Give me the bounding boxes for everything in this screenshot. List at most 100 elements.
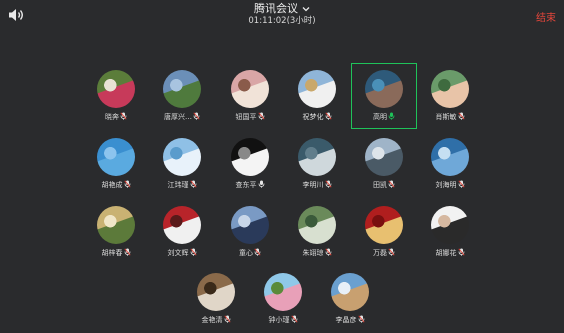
- mic-muted-icon: [257, 112, 265, 120]
- avatar[interactable]: [97, 70, 135, 108]
- participant-name-row: 高明: [352, 112, 416, 122]
- chevron-down-icon[interactable]: [302, 6, 310, 12]
- participant-tile[interactable]: 江玮瑾: [150, 134, 214, 198]
- participant-name: 胡艳成: [101, 181, 123, 189]
- meeting-title-row[interactable]: 腾讯会议: [0, 2, 564, 15]
- participant-name-row: 唐厚兴…: [150, 112, 214, 122]
- avatar[interactable]: [431, 70, 469, 108]
- avatar[interactable]: [97, 138, 135, 176]
- participant-tile[interactable]: 胡娜花: [418, 202, 482, 266]
- mic-muted-icon: [324, 180, 332, 188]
- participant-tile[interactable]: 查东平: [218, 134, 282, 198]
- participant-tile[interactable]: 钟小瑾: [251, 269, 315, 333]
- mic-icon: [258, 180, 264, 188]
- mic-muted-icon: [457, 180, 465, 188]
- participant-tile[interactable]: 祝梦化: [285, 66, 349, 130]
- mic-muted-icon: [123, 180, 131, 188]
- participant-name: 肖斯敏: [435, 113, 457, 121]
- participant-name-row: 田凯: [352, 180, 416, 190]
- end-meeting-button[interactable]: 结束: [536, 9, 556, 24]
- participant-name: 唐厚兴…: [164, 113, 192, 121]
- participant-name-row: 刘文辉: [150, 248, 214, 258]
- mic-muted-icon: [290, 315, 298, 323]
- mic-muted-icon: [388, 180, 395, 188]
- participant-name: 李晶彦: [335, 316, 357, 324]
- avatar[interactable]: [197, 273, 235, 311]
- mic-muted-icon: [123, 248, 131, 256]
- participant-name-row: 胡娜花: [418, 248, 482, 258]
- mic-muted-icon: [388, 248, 395, 256]
- participant-tile[interactable]: 田凯: [352, 134, 416, 198]
- participant-tile[interactable]: 唐厚兴…: [150, 66, 214, 130]
- avatar[interactable]: [298, 138, 336, 176]
- participant-name: 胡娜花: [435, 249, 457, 257]
- avatar[interactable]: [365, 138, 403, 176]
- participant-tile[interactable]: 金艳清: [184, 269, 248, 333]
- mic-muted-icon: [189, 248, 197, 256]
- avatar[interactable]: [431, 206, 469, 244]
- participant-tile[interactable]: 刘海明: [418, 134, 482, 198]
- participant-tile[interactable]: 李晶彦: [318, 269, 382, 333]
- avatar[interactable]: [231, 138, 269, 176]
- participant-name-row: 胡梓春: [84, 248, 148, 258]
- participant-name-row: 钟小瑾: [251, 315, 315, 325]
- avatar[interactable]: [298, 206, 336, 244]
- participant-name: 晓奔: [105, 113, 119, 121]
- participant-tile[interactable]: 朱翊琼: [285, 202, 349, 266]
- mic-speaking-icon: [388, 112, 395, 120]
- participant-name: 查东平: [235, 181, 257, 189]
- participant-name: 钟小瑾: [268, 316, 290, 324]
- mic-muted-icon: [254, 248, 261, 256]
- avatar[interactable]: [298, 70, 336, 108]
- participant-tile[interactable]: 童心: [218, 202, 282, 266]
- participant-name-row: 刘海明: [418, 180, 482, 190]
- participant-tile[interactable]: 肖斯敏: [418, 66, 482, 130]
- mic-muted-icon: [457, 248, 465, 256]
- participant-tile[interactable]: 胡梓春: [84, 202, 148, 266]
- mic-muted-icon: [120, 112, 127, 120]
- participant-tile[interactable]: 高明: [352, 66, 416, 130]
- mic-muted-icon: [189, 180, 197, 188]
- participant-name-row: 钮国平: [218, 112, 282, 122]
- avatar[interactable]: [365, 70, 403, 108]
- top-bar: 腾讯会议 01:11:02(3小时) 结束: [0, 0, 564, 30]
- avatar[interactable]: [163, 206, 201, 244]
- avatar[interactable]: [163, 70, 201, 108]
- participant-name: 高明: [373, 113, 387, 121]
- avatar[interactable]: [97, 206, 135, 244]
- participant-name: 童心: [239, 249, 253, 257]
- participant-tile[interactable]: 钮国平: [218, 66, 282, 130]
- mic-muted-icon: [324, 112, 332, 120]
- participant-name: 李明川: [302, 181, 324, 189]
- participant-name-row: 万磊: [352, 248, 416, 258]
- participant-name-row: 胡艳成: [84, 180, 148, 190]
- participant-name: 刘文辉: [167, 249, 189, 257]
- mic-muted-icon: [357, 315, 365, 323]
- participant-name: 胡梓春: [101, 249, 123, 257]
- participant-tile[interactable]: 李明川: [285, 134, 349, 198]
- participant-name-row: 晓奔: [84, 112, 148, 122]
- participant-tile[interactable]: 胡艳成: [84, 134, 148, 198]
- avatar[interactable]: [365, 206, 403, 244]
- participant-name: 祝梦化: [302, 113, 324, 121]
- participant-tile[interactable]: 万磊: [352, 202, 416, 266]
- avatar[interactable]: [331, 273, 369, 311]
- avatar[interactable]: [264, 273, 302, 311]
- participant-name: 朱翊琼: [302, 249, 324, 257]
- participant-name: 田凯: [373, 181, 387, 189]
- participant-tile[interactable]: 刘文辉: [150, 202, 214, 266]
- meeting-header: 腾讯会议 01:11:02(3小时): [0, 2, 564, 27]
- meeting-title[interactable]: 腾讯会议: [254, 2, 298, 15]
- avatar[interactable]: [431, 138, 469, 176]
- participant-name-row: 朱翊琼: [285, 248, 349, 258]
- meeting-duration: 01:11:02(3小时): [248, 16, 316, 26]
- avatar[interactable]: [231, 70, 269, 108]
- mic-muted-icon: [457, 112, 465, 120]
- avatar[interactable]: [163, 138, 201, 176]
- avatar[interactable]: [231, 206, 269, 244]
- participant-name: 钮国平: [235, 113, 257, 121]
- participant-tile[interactable]: 晓奔: [84, 66, 148, 130]
- participant-name-row: 江玮瑾: [150, 180, 214, 190]
- participant-name-row: 李明川: [285, 180, 349, 190]
- participant-name: 江玮瑾: [167, 181, 189, 189]
